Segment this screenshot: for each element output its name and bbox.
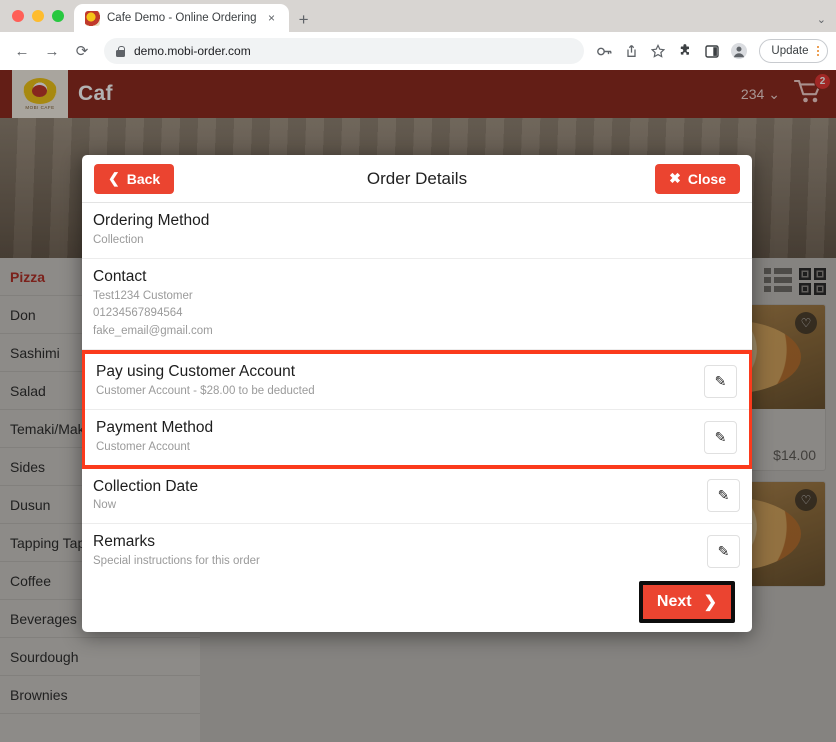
edit-remarks-button[interactable]: ✎ [707, 535, 740, 569]
dialog-header: ❮ Back Order Details ✖ Close [82, 155, 752, 203]
window-controls [8, 0, 74, 32]
row-title: Remarks [93, 533, 156, 551]
tab-strip: Cafe Demo - Online Ordering × + ⌄ [0, 0, 836, 32]
pencil-icon: ✎ [717, 543, 730, 560]
row-subtitle: Test1234 Customer 01234567894564 fake_em… [93, 289, 213, 338]
minimize-window-button[interactable] [32, 10, 44, 22]
reload-icon[interactable]: ⟳ [68, 37, 96, 65]
close-button[interactable]: ✖ Close [655, 163, 740, 194]
row-collection-date[interactable]: Collection Date Now ✎ [82, 469, 752, 525]
row-texts: Collection Date Now [93, 477, 707, 516]
edit-collection-date-button[interactable]: ✎ [707, 479, 740, 513]
dialog-footer: Next ❯ [82, 572, 752, 632]
chevron-right-icon: ❯ [703, 594, 717, 611]
close-icon: ✖ [669, 170, 681, 186]
tab-list-chevron-down-icon[interactable]: ⌄ [817, 13, 826, 26]
next-button-focus-outline: Next ❯ [638, 581, 735, 623]
kebab-menu-icon[interactable] [813, 45, 824, 57]
dialog-title: Order Details [366, 168, 468, 188]
pencil-icon: ✎ [714, 372, 727, 389]
row-title: Pay using Customer Account [96, 363, 296, 381]
row-texts: Pay using Customer Account Customer Acco… [96, 362, 704, 401]
lock-icon [116, 45, 125, 57]
new-tab-button[interactable]: + [299, 11, 309, 28]
key-icon[interactable] [592, 39, 616, 63]
back-button[interactable]: ❮ Back [94, 163, 175, 194]
close-tab-icon[interactable]: × [264, 12, 280, 24]
profile-icon[interactable] [727, 39, 751, 63]
browser-window: Cafe Demo - Online Ordering × + ⌄ ← → ⟳ … [0, 0, 836, 742]
close-button-label: Close [687, 170, 726, 187]
row-subtitle: Collection [93, 233, 144, 246]
maximize-window-button[interactable] [52, 10, 64, 22]
row-texts: Payment Method Customer Account [96, 418, 704, 457]
browser-tab[interactable]: Cafe Demo - Online Ordering × [74, 4, 289, 32]
pencil-icon: ✎ [714, 428, 727, 445]
update-button[interactable]: Update [759, 39, 828, 63]
pencil-icon: ✎ [717, 487, 730, 504]
row-subtitle: Now [93, 499, 117, 512]
edit-pay-using-customer-account-button[interactable]: ✎ [704, 364, 737, 398]
star-icon[interactable] [646, 39, 670, 63]
row-subtitle: Special instructions for this order [93, 555, 260, 568]
order-details-dialog: ❮ Back Order Details ✖ Close Ordering Me… [82, 155, 752, 632]
row-texts: Ordering Method Collection [93, 211, 740, 250]
next-button-label: Next [656, 593, 692, 610]
update-button-label: Update [771, 45, 809, 57]
browser-toolbar: ← → ⟳ demo.mobi-order.com Update [0, 32, 836, 70]
side-panel-icon[interactable] [700, 39, 724, 63]
row-payment-method[interactable]: Payment Method Customer Account ✎ [85, 410, 749, 465]
tab-favicon-icon [85, 10, 100, 26]
row-title: Collection Date [93, 477, 199, 495]
tab-title: Cafe Demo - Online Ordering [107, 12, 257, 24]
back-navigation-icon[interactable]: ← [8, 37, 36, 65]
row-texts: Remarks Special instructions for this or… [93, 532, 707, 571]
row-contact[interactable]: Contact Test1234 Customer 01234567894564… [82, 259, 752, 351]
back-button-label: Back [126, 170, 161, 187]
close-window-button[interactable] [12, 10, 24, 22]
row-title: Ordering Method [93, 212, 210, 229]
dialog-body: Ordering Method Collection Contact Test1… [82, 203, 752, 572]
chevron-left-icon: ❮ [108, 170, 120, 186]
forward-navigation-icon[interactable]: → [38, 37, 66, 65]
row-title: Contact [93, 267, 147, 285]
extensions-icon[interactable] [673, 39, 697, 63]
address-bar-url: demo.mobi-order.com [134, 44, 251, 58]
edit-payment-method-button[interactable]: ✎ [704, 420, 737, 454]
row-subtitle: Customer Account - $28.00 to be deducted [96, 385, 315, 398]
payment-highlight-region: Pay using Customer Account Customer Acco… [82, 350, 752, 469]
web-page: MOBI CAFE Caf 234 ⌄ 2 Pizza Don Sashimi [0, 70, 836, 742]
share-icon[interactable] [619, 39, 643, 63]
toolbar-icons: Update [592, 39, 828, 63]
row-texts: Contact Test1234 Customer 01234567894564… [93, 267, 740, 341]
row-subtitle: Customer Account [96, 440, 190, 453]
row-title: Payment Method [96, 418, 214, 436]
row-ordering-method[interactable]: Ordering Method Collection [82, 203, 752, 259]
next-button[interactable]: Next ❯ [642, 585, 731, 619]
address-bar[interactable]: demo.mobi-order.com [104, 38, 585, 64]
row-remarks[interactable]: Remarks Special instructions for this or… [82, 524, 752, 572]
row-pay-using-customer-account[interactable]: Pay using Customer Account Customer Acco… [85, 354, 749, 410]
